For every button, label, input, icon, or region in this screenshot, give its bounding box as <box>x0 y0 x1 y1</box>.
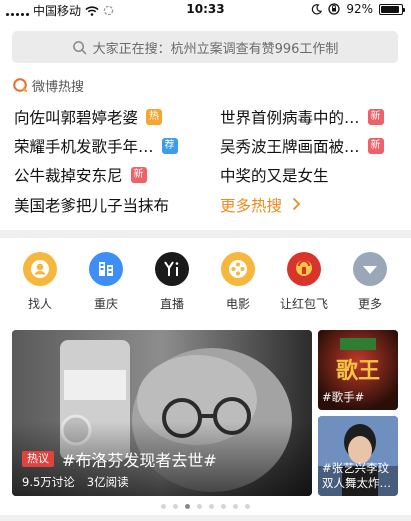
more-chevron-icon <box>353 252 387 286</box>
side-card-caption: #歌手# <box>322 390 365 404</box>
shortcut-label: 让红包飞 <box>279 297 328 311</box>
live-yi-icon <box>155 252 189 286</box>
hot-search-list: 向佐叫郭碧婷老婆 热 荣耀手机发歌手年… 荐 公牛裁掉安东尼 新 美国老爹把儿子… <box>14 104 400 222</box>
carousel-dot[interactable] <box>161 504 166 509</box>
new-badge: 新 <box>367 109 384 125</box>
hot-badge: 热 <box>146 109 163 125</box>
more-hot-label: 更多热搜 <box>220 197 283 215</box>
section-divider <box>0 230 411 238</box>
battery-icon <box>379 3 405 15</box>
shortcut-find-people[interactable]: 找人 <box>7 250 73 312</box>
carousel-dot[interactable] <box>209 504 214 509</box>
side-card-caption: #张艺兴李玟双人舞太炸… <box>322 461 391 490</box>
search-icon <box>72 40 86 54</box>
singer-logo-text: 歌王 <box>336 358 380 384</box>
hot-item-text: 吴秀波王牌画面被… <box>220 138 360 156</box>
carousel-dot[interactable] <box>185 504 190 509</box>
hot-search-header[interactable]: 微博热搜 <box>12 75 84 95</box>
shortcut-live[interactable]: 直播 <box>139 250 205 312</box>
moon-icon <box>312 3 323 14</box>
status-right: 92% <box>311 2 405 16</box>
side-card-singer[interactable]: 歌王 #歌手# <box>318 330 398 410</box>
shortcut-row: 找人 重庆 直播 电影 让红包飞 更多 <box>0 250 411 316</box>
new-badge: 新 <box>130 167 147 183</box>
banner-photo <box>12 330 312 496</box>
hot-item[interactable]: 荣耀手机发歌手年… 荐 <box>14 133 204 159</box>
banner-title: #布洛芬发现者去世# <box>62 451 217 470</box>
shortcut-label: 找人 <box>27 297 52 311</box>
featured-banner[interactable]: 热议 #布洛芬发现者去世# 9.5万讨论 3亿阅读 <box>12 330 312 496</box>
hot-item-text: 荣耀手机发歌手年… <box>14 138 154 156</box>
search-bar[interactable]: 大家正在搜：杭州立案调查有赞996工作制 <box>12 31 398 63</box>
hot-item[interactable]: 中奖的又是女生 <box>220 162 402 188</box>
hot-item-text: 世界首例病毒中的… <box>220 109 360 127</box>
find-people-icon <box>23 252 57 286</box>
orientation-lock-icon <box>328 3 340 15</box>
banner-tag: 热议 <box>22 451 54 467</box>
section-divider-bottom <box>0 515 411 521</box>
hot-item[interactable]: 公牛裁掉安东尼 新 <box>14 162 204 188</box>
banner-discussions: 9.5万讨论 <box>22 475 75 489</box>
hot-item-text: 中奖的又是女生 <box>220 167 329 185</box>
shortcut-label: 电影 <box>225 297 250 311</box>
banner-reads: 3亿阅读 <box>86 475 129 489</box>
shortcut-label: 重庆 <box>93 297 118 311</box>
hot-search-logo-icon <box>13 78 28 93</box>
shortcut-more[interactable]: 更多 <box>337 250 403 312</box>
hot-item[interactable]: 美国老爹把儿子当抹布 <box>14 192 214 218</box>
shortcut-red-envelope[interactable]: 让红包飞 <box>271 250 337 312</box>
status-bar: 中国移动 10:33 92% <box>0 0 411 20</box>
film-reel-icon <box>221 252 255 286</box>
recommend-badge: 荐 <box>161 138 178 154</box>
hot-item-text: 向佐叫郭碧婷老婆 <box>14 109 139 127</box>
weibo-discover-page: 中国移动 10:33 92% 大家正在搜：杭州立案调查有赞996工作制 微博热搜… <box>0 0 411 521</box>
search-placeholder: 大家正在搜：杭州立案调查有赞996工作制 <box>92 41 339 57</box>
hot-item[interactable]: 吴秀波王牌画面被… 新 <box>220 133 402 159</box>
hot-search-title: 微博热搜 <box>32 79 85 95</box>
side-card-dance[interactable]: #张艺兴李玟双人舞太炸… <box>318 416 398 496</box>
battery-percent: 92% <box>346 2 373 16</box>
hot-item[interactable]: 世界首例病毒中的… 新 <box>220 104 402 130</box>
city-chongqing-icon <box>89 252 123 286</box>
shortcut-film[interactable]: 电影 <box>205 250 271 312</box>
red-envelope-icon <box>287 252 321 286</box>
chevron-right-icon <box>292 196 301 215</box>
hot-item-text: 美国老爹把儿子当抹布 <box>14 197 170 215</box>
hot-item[interactable]: 向佐叫郭碧婷老婆 热 <box>14 104 204 130</box>
carousel-dot[interactable] <box>173 504 178 509</box>
hot-item-text: 公牛裁掉安东尼 <box>14 167 123 185</box>
shortcut-label: 直播 <box>159 297 184 311</box>
more-hot-search-link[interactable]: 更多热搜 <box>220 192 402 218</box>
carousel-dot[interactable] <box>233 504 238 509</box>
new-badge: 新 <box>367 138 384 154</box>
shortcut-chongqing[interactable]: 重庆 <box>73 250 139 312</box>
carousel-dot[interactable] <box>197 504 202 509</box>
banner-stats: 9.5万讨论 3亿阅读 <box>22 474 129 490</box>
carousel-dot[interactable] <box>221 504 226 509</box>
carousel-dot[interactable] <box>245 504 250 509</box>
shortcut-label: 更多 <box>357 297 382 311</box>
carousel-indicator <box>0 504 411 512</box>
